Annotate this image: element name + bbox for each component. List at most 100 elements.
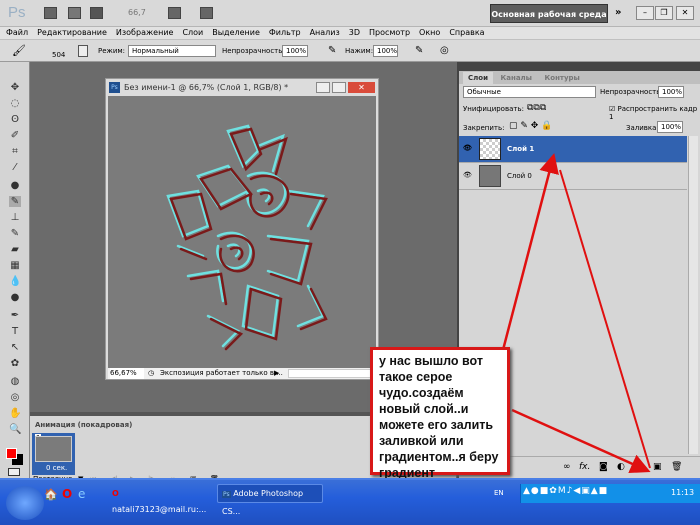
crop-tool-icon[interactable]: ⌗ — [9, 146, 21, 157]
opera-icon[interactable]: O — [62, 487, 72, 501]
fill-input[interactable]: 100% — [657, 121, 683, 133]
dodge-tool-icon[interactable]: ● — [9, 292, 21, 303]
quicklaunch-icon[interactable]: 🏠 — [44, 488, 58, 501]
screen-mode-icon[interactable] — [200, 7, 213, 19]
quick-select-tool-icon[interactable]: ✐ — [9, 130, 21, 141]
doc-maximize-button[interactable] — [332, 82, 346, 93]
menu-3d[interactable]: 3D — [349, 27, 360, 39]
menu-help[interactable]: Справка — [449, 27, 484, 39]
status-text[interactable]: Экспозиция работает только в ... — [160, 368, 283, 379]
eraser-tool-icon[interactable]: ▰ — [9, 244, 21, 255]
path-selection-tool-icon[interactable]: ↖ — [9, 342, 21, 353]
menu-window[interactable]: Окно — [419, 27, 440, 39]
layer-name[interactable]: Слой 0 — [507, 172, 532, 180]
blend-mode-select[interactable]: Обычные — [463, 86, 596, 98]
new-group-icon[interactable]: ▭ — [635, 457, 644, 477]
embossed-flower-image — [166, 124, 328, 351]
view-extras-icon[interactable] — [90, 7, 103, 19]
taskbar-photoshop-item[interactable]: Ps Adobe Photoshop CS... — [217, 484, 323, 516]
taskbar-mail-item[interactable]: O natali73123@mail.ru:... — [112, 486, 212, 514]
workspace-button[interactable]: Основная рабочая среда — [490, 4, 608, 23]
menu-select[interactable]: Выделение — [212, 27, 260, 39]
history-brush-tool-icon[interactable]: ✎ — [9, 228, 21, 239]
more-workspaces-icon[interactable]: » — [615, 7, 621, 18]
visibility-eye-icon[interactable]: 👁 — [463, 144, 472, 152]
doc-zoom-field[interactable]: 66,67% — [110, 368, 144, 379]
canvas[interactable] — [108, 96, 376, 368]
lasso-tool-icon[interactable]: ʘ — [9, 114, 21, 125]
lock-icons[interactable]: ▢ ✎ ✥ 🔒 — [509, 121, 552, 131]
eyedropper-tool-icon[interactable]: ⁄ — [9, 162, 21, 173]
ie-icon[interactable]: e — [78, 487, 85, 501]
tablet-pressure-icon[interactable]: ◎ — [440, 45, 449, 56]
menu-file[interactable]: Файл — [6, 27, 28, 39]
airbrush-pressure-icon[interactable]: ✎ — [328, 45, 336, 56]
layer-name[interactable]: Слой 1 — [507, 145, 534, 153]
tab-channels[interactable]: Каналы — [495, 72, 537, 84]
restore-button[interactable]: ❐ — [655, 6, 673, 20]
propagate-frame-checkbox[interactable]: ☑ Распространить кадр 1 — [609, 105, 700, 121]
3d-rotate-tool-icon[interactable]: ◍ — [9, 376, 21, 387]
adjustment-layer-icon[interactable]: ◐ — [617, 457, 625, 477]
flow-input[interactable]: 100% — [373, 45, 398, 57]
bridge-icon[interactable] — [44, 7, 57, 19]
zoom-tool-icon[interactable]: 🔍 — [9, 424, 21, 435]
menu-view[interactable]: Просмотр — [369, 27, 410, 39]
unify-icons[interactable]: ⧉⧉⧉ — [527, 103, 546, 113]
add-mask-icon[interactable]: ◙ — [599, 457, 608, 477]
airbrush-icon[interactable]: ✎ — [415, 45, 423, 56]
close-button[interactable]: ✕ — [676, 6, 694, 20]
3d-orbit-tool-icon[interactable]: ◎ — [9, 392, 21, 403]
brush-panel-icon[interactable] — [78, 45, 88, 57]
mode-select[interactable]: Нормальный — [128, 45, 216, 57]
marquee-tool-icon[interactable]: ◌ — [9, 98, 21, 109]
doc-close-button[interactable]: ✕ — [348, 82, 375, 93]
layers-scrollbar[interactable] — [688, 136, 698, 454]
layer-opacity-input[interactable]: 100% — [658, 86, 684, 98]
frame-delay[interactable]: 0 сек. — [46, 464, 67, 472]
healing-tool-icon[interactable]: ● — [9, 180, 21, 191]
tab-animation[interactable]: Анимация (покадровая) — [30, 419, 138, 431]
tab-layers[interactable]: Слои — [463, 72, 493, 84]
menu-edit[interactable]: Редактирование — [37, 27, 107, 39]
blur-tool-icon[interactable]: 💧 — [9, 276, 21, 287]
hand-tool-icon[interactable]: ✋ — [9, 408, 21, 419]
start-button[interactable] — [6, 486, 44, 520]
menu-filter[interactable]: Фильтр — [269, 27, 301, 39]
layer-row[interactable]: 👁 Слой 1 — [459, 136, 687, 163]
foreground-color-swatch[interactable] — [6, 448, 17, 459]
shape-tool-icon[interactable]: ✿ — [9, 358, 21, 369]
clone-stamp-tool-icon[interactable]: ⊥ — [9, 212, 21, 223]
brush-tool-preset-icon[interactable]: 🖌 — [12, 44, 26, 57]
mini-bridge-icon[interactable] — [68, 7, 81, 19]
pen-tool-icon[interactable]: ✒ — [9, 310, 21, 321]
tray-icons[interactable]: ▲●■✿M♪◀▣▲■ — [523, 486, 608, 496]
horizontal-scrollbar[interactable] — [288, 369, 374, 378]
menu-image[interactable]: Изображение — [116, 27, 174, 39]
new-layer-icon[interactable]: ▣ — [653, 457, 662, 477]
zoom-level-dropdown[interactable]: 66,7 — [128, 8, 146, 17]
move-tool-icon[interactable]: ✥ — [9, 82, 21, 93]
visibility-eye-icon[interactable]: 👁 — [463, 171, 472, 179]
layer-thumbnail — [479, 138, 501, 160]
layer-style-icon[interactable]: fx. — [579, 457, 590, 477]
type-tool-icon[interactable]: T — [9, 326, 21, 337]
quick-mask-icon[interactable] — [8, 468, 20, 476]
language-indicator[interactable]: EN — [494, 489, 504, 497]
delete-layer-icon[interactable]: 🗑 — [671, 457, 682, 477]
layer-row[interactable]: 👁 Слой 0 — [459, 163, 687, 190]
opacity-input[interactable]: 100% — [282, 45, 308, 57]
doc-minimize-button[interactable] — [316, 82, 330, 93]
gradient-tool-icon[interactable]: ▦ — [9, 260, 21, 271]
status-menu-arrow[interactable]: ▶ — [274, 368, 279, 379]
menu-layers[interactable]: Слои — [182, 27, 203, 39]
menu-analysis[interactable]: Анализ — [310, 27, 340, 39]
link-layers-icon[interactable]: ∞ — [563, 457, 571, 477]
animation-frame[interactable]: 1 0 сек. — [32, 433, 75, 475]
arrange-documents-icon[interactable] — [168, 7, 181, 19]
tab-paths[interactable]: Контуры — [539, 72, 585, 84]
minimize-button[interactable]: – — [636, 6, 654, 20]
brush-tool-icon[interactable]: ✎ — [9, 196, 21, 207]
brush-size[interactable]: 504 — [52, 51, 65, 59]
document-title-bar[interactable]: Ps Без имени-1 @ 66,7% (Слой 1, RGB/8) *… — [106, 79, 378, 96]
